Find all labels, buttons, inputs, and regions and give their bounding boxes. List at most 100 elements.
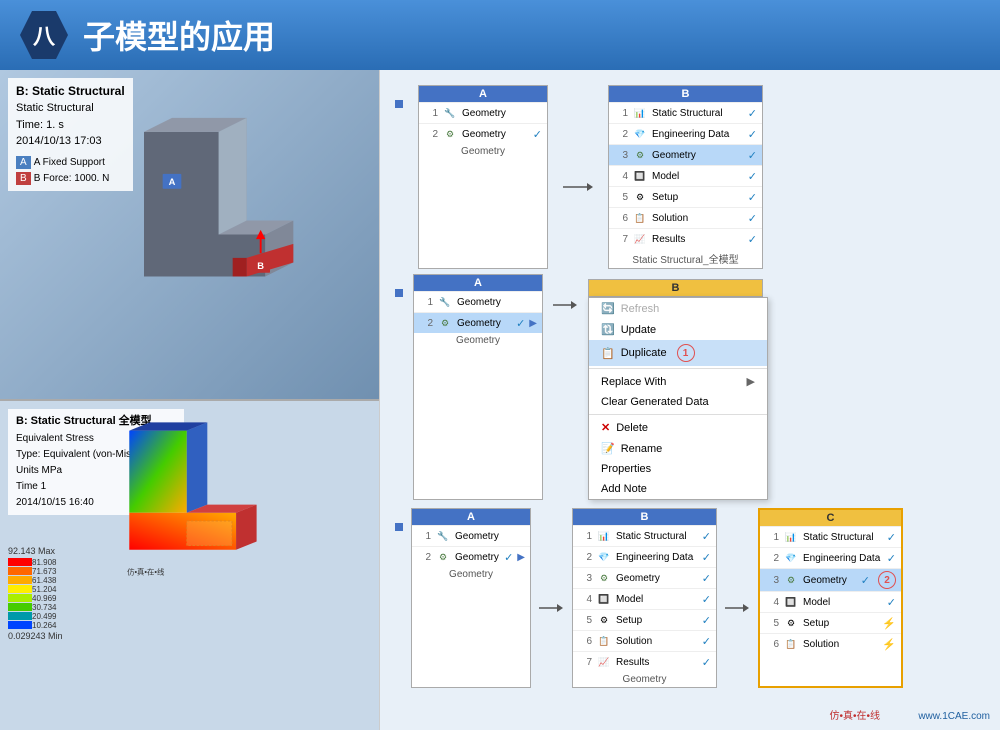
geo-text-ab1: Geometry — [455, 531, 525, 542]
box-b-bot-header: B — [573, 509, 716, 525]
shape-red-front — [233, 258, 247, 277]
geo-icon-ab1: 🔧 — [435, 528, 451, 544]
main-content: B: Static Structural Static Structural T… — [0, 70, 1000, 730]
sol-icon-c6: 📋 — [783, 636, 799, 652]
results-icon-1: 📈 — [632, 231, 648, 247]
menu-update[interactable]: 🔃 Update — [589, 319, 767, 340]
geo-text-am1: Geometry — [457, 297, 537, 308]
box-b-top: B 1 📊 Static Structural ✓ 2 💎 Engineerin… — [608, 85, 763, 269]
bottom-3d-view: B: Static Structural 全模型 Equivalent Stre… — [0, 401, 379, 730]
box-c-bot-r5: 5 ⚙ Setup ⚡ — [760, 612, 901, 633]
box-a-top: A 1 🔧 Geometry 2 ⚙ Geometry ✓ Geometry — [418, 85, 548, 269]
ed-text-b2: Engineering Data — [616, 552, 698, 563]
stress-model: 仿•真•在•线 — [80, 411, 310, 631]
ss-icon-b1: 📊 — [596, 528, 612, 544]
menu-duplicate[interactable]: 📋 Duplicate 1 — [589, 340, 767, 366]
model-icon-b4: 🔲 — [596, 591, 612, 607]
box-b-bot-r2: 2 💎 Engineering Data ✓ — [573, 546, 716, 567]
box-b-top-header: B — [609, 86, 762, 102]
setup-text-1: Setup — [652, 192, 744, 203]
duplicate-icon: 📋 — [601, 347, 615, 360]
arrow-svg-bot-ab — [539, 602, 564, 614]
geo-icon-b3: ⚙ — [632, 147, 648, 163]
menu-replace-with[interactable]: Replace With ▶ — [589, 371, 767, 392]
bottom-arrow-indicator: ▶ — [517, 552, 525, 563]
menu-refresh[interactable]: 🔄 Refresh — [589, 298, 767, 319]
color-51: 51.204 — [8, 585, 32, 593]
geo-text-b3b: Geometry — [616, 573, 698, 584]
static-structural-1: Static Structural — [652, 108, 744, 119]
shape-front-top — [144, 132, 219, 235]
geo-text-b3: Geometry — [652, 150, 744, 161]
model-text-b4: Model — [616, 594, 698, 605]
box-a-top-header: A — [419, 86, 547, 102]
middle-row: A 1 🔧 Geometry 2 ⚙ Geometry ✓ ▶ Geometry — [395, 274, 985, 500]
setup-text-c5: Setup — [803, 618, 878, 629]
row-check-2: ✓ — [533, 128, 542, 141]
rename-icon: 📝 — [601, 442, 615, 455]
sol-icon-b6: 📋 — [596, 633, 612, 649]
setup-icon-1: ⚙ — [632, 189, 648, 205]
box-a-mid-footer: Geometry — [414, 333, 542, 348]
box-b-row1: 1 📊 Static Structural ✓ — [609, 102, 762, 123]
row-num-1: 1 — [424, 108, 438, 119]
refresh-label: Refresh — [621, 303, 660, 315]
bottom-indicator — [395, 523, 403, 688]
color-scale: 92.143 Max 81.908 71.673 61.438 51.204 4… — [8, 546, 63, 641]
box-a-middle: A 1 🔧 Geometry 2 ⚙ Geometry ✓ ▶ Geometry — [413, 274, 543, 500]
menu-rename[interactable]: 📝 Rename — [589, 438, 767, 459]
model-icon-c4: 🔲 — [783, 594, 799, 610]
stress-top-piece — [129, 431, 187, 513]
box-b-row7: 7 📈 Results ✓ — [609, 228, 762, 249]
box-a-top-row1: 1 🔧 Geometry — [419, 102, 547, 123]
mid-indicator-dot — [395, 289, 403, 297]
update-label: Update — [621, 324, 656, 336]
box-b-bot-r6: 6 📋 Solution ✓ — [573, 630, 716, 651]
right-panel: 1CAE.COM A 1 🔧 Geometry 2 ⚙ Geometry — [380, 70, 1000, 730]
color-81: 81.908 — [8, 558, 32, 566]
geo-text-ab2: Geometry — [455, 552, 500, 563]
model-text-1: Model — [652, 171, 744, 182]
results-text-1: Results — [652, 234, 744, 245]
bottom-row: A 1 🔧 Geometry 2 ⚙ Geometry ✓ ▶ Geometry — [395, 508, 985, 688]
solution-text-1: Solution — [652, 213, 744, 224]
indicator-dot — [395, 100, 403, 108]
menu-properties[interactable]: Properties — [589, 459, 767, 479]
menu-divider-2 — [589, 414, 767, 415]
model-text-c4: Model — [803, 597, 883, 608]
properties-label: Properties — [601, 463, 651, 475]
delete-icon: ✕ — [601, 421, 610, 434]
menu-add-note[interactable]: Add Note — [589, 479, 767, 499]
label-b-text: B — [257, 261, 264, 271]
bottom-indicator-dot — [395, 523, 403, 531]
shape-inner-face — [219, 118, 247, 235]
box-c-bot-r4: 4 🔲 Model ✓ — [760, 591, 901, 612]
box-c-bot-header: C — [760, 510, 901, 526]
box-b-row5: 5 ⚙ Setup ✓ — [609, 186, 762, 207]
box-a-mid-row2: 2 ⚙ Geometry ✓ ▶ — [414, 312, 542, 333]
ed-icon-b2: 💎 — [596, 549, 612, 565]
model-icon-1: 🔲 — [632, 168, 648, 184]
box-b-bot-r3: 3 ⚙ Geometry ✓ — [573, 567, 716, 588]
geometry-icon-2: ⚙ — [442, 126, 458, 142]
color-10: 10.264 — [8, 621, 32, 629]
menu-divider-1 — [589, 368, 767, 369]
duplicate-circle-1: 1 — [677, 344, 695, 362]
header-title: 子模型的应用 — [83, 12, 275, 58]
min-label: 0.029243 Min — [8, 631, 63, 641]
context-menu-header: B — [588, 279, 763, 297]
box-a-bot-header: A — [412, 509, 530, 525]
color-20: 20.499 — [8, 612, 32, 620]
mid-indicator — [395, 289, 403, 500]
box-c-bot-r3-highlighted: 3 ⚙ Geometry ✓ 2 — [760, 568, 901, 591]
menu-clear-data[interactable]: Clear Generated Data — [589, 392, 767, 412]
color-40: 40.969 — [8, 594, 32, 602]
rename-label: Rename — [621, 443, 663, 455]
geometry-icon-1: 🔧 — [442, 105, 458, 121]
box-a-mid-header: A — [414, 275, 542, 291]
bottom-watermark-text: 仿•真•在•线 — [127, 567, 165, 576]
menu-delete[interactable]: ✕ Delete — [589, 417, 767, 438]
color-30: 30.734 — [8, 603, 32, 611]
footer-watermark1: 仿•真•在•线 — [829, 707, 880, 722]
arrow-svg-mid — [553, 299, 578, 311]
